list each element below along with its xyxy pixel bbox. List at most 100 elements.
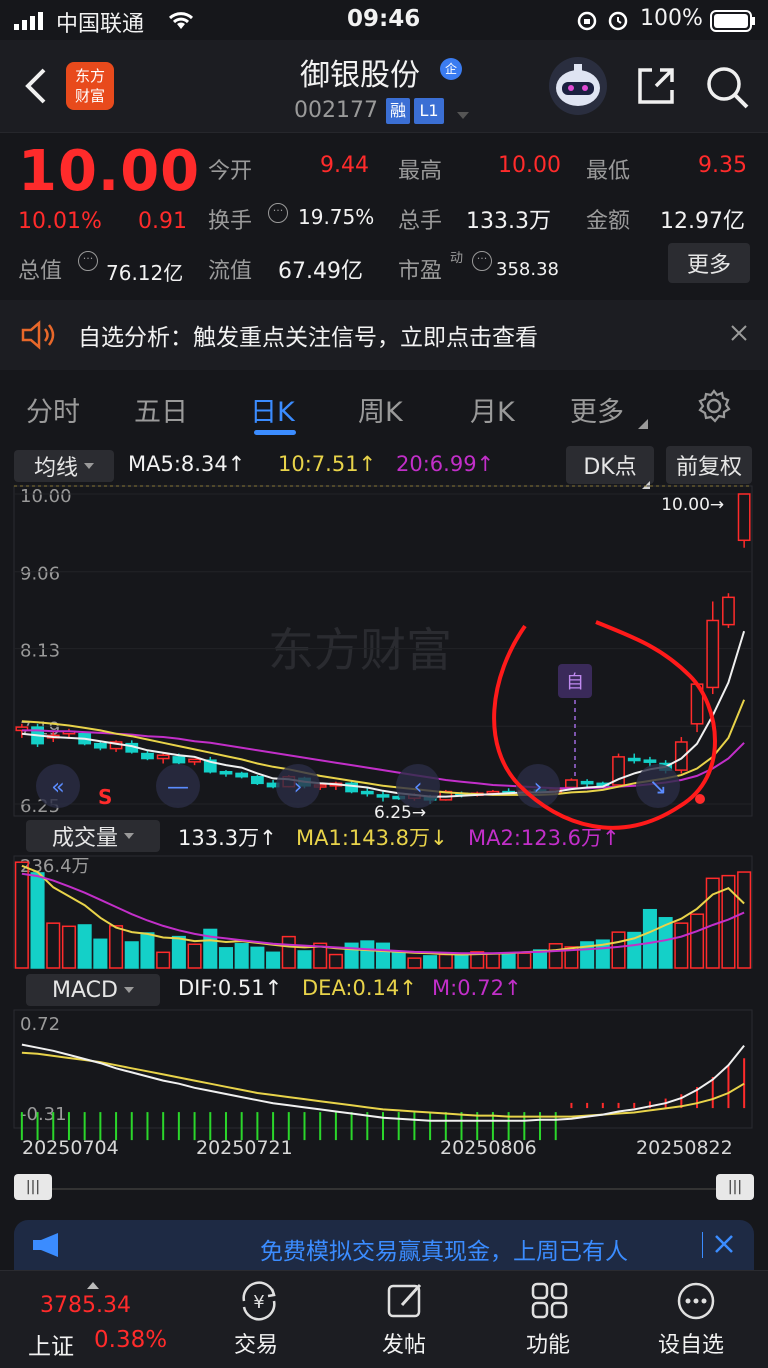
volume-bar bbox=[187, 943, 202, 969]
candle-body bbox=[360, 790, 374, 795]
megaphone-icon bbox=[32, 1232, 66, 1258]
volume-indicator-select[interactable]: 成交量 bbox=[26, 820, 160, 852]
volume-bar bbox=[423, 955, 438, 969]
tab-weekly-k[interactable]: 周K bbox=[358, 390, 403, 429]
last-price: 10.00 bbox=[18, 139, 201, 204]
high-value: 10.00 bbox=[498, 153, 561, 178]
margin-badge: 融 bbox=[386, 98, 410, 124]
volume-bar bbox=[328, 953, 343, 969]
alert-dot bbox=[695, 794, 705, 804]
turnover-label: 换手 bbox=[208, 209, 253, 234]
volume-bar bbox=[517, 952, 532, 969]
info-icon[interactable]: ··· bbox=[472, 251, 492, 271]
candle-body bbox=[737, 493, 751, 542]
candle-body bbox=[565, 779, 578, 789]
kline-chart-area: 均线 MA5:8.34↑ 10:7.51↑ 20:6.99↑ DK点 前复权 东… bbox=[0, 446, 768, 1208]
volume-ma2-legend: MA2:123.6万↑ bbox=[468, 826, 620, 850]
tab-intraday[interactable]: 分时 bbox=[26, 390, 80, 429]
battery-icon bbox=[710, 10, 756, 32]
candle-body bbox=[188, 758, 201, 763]
volume-bar bbox=[438, 953, 453, 969]
low-label: 最低 bbox=[586, 159, 631, 184]
settings-gear-icon[interactable] bbox=[696, 388, 732, 424]
rotation-lock-icon bbox=[576, 10, 598, 32]
info-icon[interactable]: ··· bbox=[78, 251, 98, 271]
tab-monthly-k[interactable]: 月K bbox=[470, 390, 515, 429]
volume-bar bbox=[77, 924, 92, 969]
volume-bar bbox=[407, 957, 422, 969]
banner-text[interactable]: 自选分析：触发重点关注信号，立即点击查看 bbox=[78, 318, 538, 352]
volume-bar bbox=[234, 943, 249, 969]
promo-text[interactable]: 免费模拟交易赢真现金，上周已有人 bbox=[260, 1232, 628, 1266]
volume-bar bbox=[156, 951, 171, 969]
nav-add-watchlist[interactable]: 设自选 bbox=[658, 1327, 724, 1359]
volume-current: 133.3万↑ bbox=[178, 826, 277, 850]
macd-dea-line bbox=[21, 1051, 745, 1118]
close-icon[interactable] bbox=[714, 1234, 734, 1254]
post-edit-icon[interactable] bbox=[386, 1281, 426, 1321]
macd-axis-top: 0.72 bbox=[20, 1014, 60, 1035]
volume-bar bbox=[501, 953, 516, 969]
close-icon[interactable] bbox=[730, 324, 748, 342]
float-cap-value: 67.49亿 bbox=[278, 259, 363, 284]
market-cap-value: 76.12亿 bbox=[106, 261, 184, 285]
robot-assistant-icon[interactable] bbox=[548, 56, 608, 116]
tab-five-day[interactable]: 五日 bbox=[134, 390, 188, 429]
share-icon[interactable] bbox=[634, 64, 678, 108]
date-axis-label: 20250704 bbox=[22, 1137, 119, 1159]
search-icon[interactable] bbox=[704, 64, 750, 110]
macd-dea-legend: DEA:0.14↑ bbox=[302, 976, 417, 1000]
candle-body bbox=[643, 759, 657, 763]
price-axis-label: 9.06 bbox=[20, 564, 60, 585]
volume-bar bbox=[140, 932, 155, 969]
change-percent: 10.01% bbox=[18, 209, 102, 234]
candle-body bbox=[706, 619, 720, 689]
volume-bar bbox=[344, 942, 359, 969]
more-button[interactable]: 更多 bbox=[668, 243, 750, 283]
high-label: 最高 bbox=[398, 159, 443, 184]
pe-superscript: 动 bbox=[450, 251, 464, 266]
max-price-label: 10.00→ bbox=[661, 495, 724, 515]
nav-post[interactable]: 发帖 bbox=[382, 1327, 426, 1359]
functions-grid-icon[interactable] bbox=[530, 1281, 570, 1321]
alert-banner[interactable]: 自选分析：触发重点关注信号，立即点击查看 bbox=[0, 300, 768, 370]
sell-signal-marker: S bbox=[98, 785, 112, 809]
nav-functions[interactable]: 功能 bbox=[526, 1327, 570, 1359]
info-icon[interactable]: ··· bbox=[268, 203, 288, 223]
macd-dif-legend: DIF:0.51↑ bbox=[178, 976, 283, 1000]
tab-daily-k[interactable]: 日K bbox=[250, 390, 295, 429]
range-handle-right[interactable]: ||| bbox=[716, 1174, 754, 1200]
nav-trade[interactable]: 交易 bbox=[234, 1327, 278, 1359]
market-cap-label: 总值 bbox=[18, 259, 63, 284]
index-name[interactable]: 上证 bbox=[28, 1327, 74, 1361]
range-handle-left[interactable]: ||| bbox=[14, 1174, 52, 1200]
candle-body bbox=[93, 742, 107, 749]
bottom-nav: 3785.34 上证 0.38% ¥ 交易 发帖 功能 设自选 bbox=[0, 1270, 768, 1368]
promo-banner[interactable]: 免费模拟交易赢真现金，上周已有人 bbox=[14, 1220, 754, 1270]
candle-body bbox=[141, 752, 154, 760]
candle-body bbox=[376, 794, 390, 798]
trade-icon[interactable]: ¥ bbox=[236, 1281, 282, 1321]
index-value[interactable]: 3785.34 bbox=[40, 1293, 131, 1318]
macd-indicator-select[interactable]: MACD bbox=[26, 974, 160, 1006]
more-circle-icon[interactable] bbox=[676, 1281, 716, 1321]
status-bar: 中国联通 09:46 100% bbox=[0, 0, 768, 40]
watchlist-marker: 自 bbox=[566, 672, 584, 693]
chevron-down-icon[interactable] bbox=[456, 106, 470, 119]
amount-value: 12.97亿 bbox=[660, 209, 745, 234]
float-cap-label: 流值 bbox=[208, 259, 253, 284]
volume-bar bbox=[250, 946, 265, 969]
volume-bar bbox=[611, 931, 626, 969]
volume-bar bbox=[266, 951, 281, 969]
index-change[interactable]: 0.38% bbox=[94, 1327, 167, 1353]
open-value: 9.44 bbox=[320, 153, 369, 178]
change-amount: 0.91 bbox=[138, 209, 187, 234]
back-arrow-icon[interactable] bbox=[22, 66, 52, 106]
volume-bar bbox=[30, 872, 45, 969]
stock-code: 002177 bbox=[294, 98, 378, 123]
active-tab-indicator bbox=[254, 430, 296, 435]
tab-more[interactable]: 更多 bbox=[570, 390, 624, 429]
volume-bar bbox=[485, 952, 500, 969]
range-scrollbar-track[interactable] bbox=[14, 1188, 754, 1190]
volume-label: 总手 bbox=[398, 209, 443, 234]
